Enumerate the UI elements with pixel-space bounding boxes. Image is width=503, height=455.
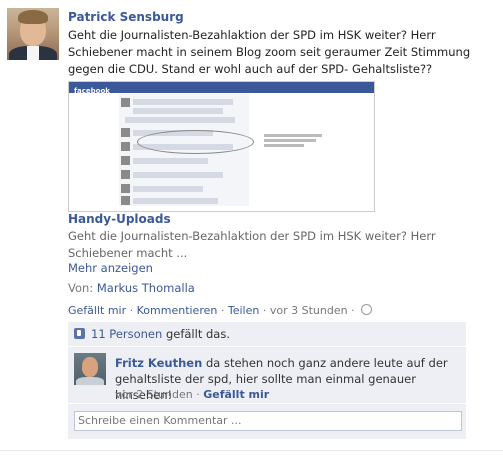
thumbnail-line (133, 186, 203, 192)
avatar-hair (18, 10, 48, 24)
separator: · (220, 304, 225, 317)
thumbnail-pic (121, 142, 130, 151)
post-author-name[interactable]: Patrick Sensburg (68, 10, 184, 24)
post-text: Geht die Journalisten-Bezahlaktion der S… (68, 28, 471, 76)
likes-suffix: gefällt das. (165, 327, 230, 341)
comment-item: Fritz Keuthen da stehen noch ganz andere… (68, 347, 466, 402)
share-link[interactable]: Teilen (228, 304, 259, 317)
likes-summary: 11 Personen gefällt das. (68, 322, 466, 347)
avatar-shirt (76, 377, 104, 385)
commenter-name-link[interactable]: Fritz Keuthen (115, 356, 202, 370)
avatar-face (82, 357, 98, 377)
separator: · (262, 304, 267, 317)
likers-link[interactable]: 11 Personen (91, 327, 162, 341)
thumbnail-side-note (264, 134, 324, 154)
thumbnail-line (133, 198, 218, 204)
thumbnail-line (133, 99, 233, 105)
feedback-box: 11 Personen gefällt das. Fritz Keuthen d… (68, 322, 466, 439)
comment-link[interactable]: Kommentieren (137, 304, 218, 317)
from-label: Von: (68, 281, 94, 295)
separator: · (129, 304, 134, 317)
from-line: Von: Markus Thomalla (68, 281, 195, 295)
comment-composer: Schreibe einen Kommentar ... (68, 403, 466, 440)
thumbnail-line (125, 117, 235, 123)
separator: · (196, 388, 200, 401)
thumbnail-facebook-bar: facebook (69, 82, 374, 95)
thumbs-up-icon (74, 328, 85, 339)
album-description: Geht die Journalisten-Bezahlaktion der S… (68, 229, 436, 260)
thumbnail-pic (121, 156, 130, 165)
like-link[interactable]: Gefällt mir (68, 304, 126, 317)
thumbnail-pic (121, 128, 130, 137)
thumbnail-brand: facebook (74, 87, 110, 95)
album-title-link[interactable]: Handy-Uploads (68, 212, 171, 226)
thumbnail-highlight-ellipse (137, 130, 254, 154)
comment-meta: vor 2 Stunden · Gefällt mir (115, 388, 269, 401)
thumbnail-pic (121, 184, 130, 193)
globe-icon[interactable] (361, 304, 373, 315)
divider (0, 450, 503, 451)
comment-input[interactable]: Schreibe einen Kommentar ... (74, 411, 462, 431)
from-name-link[interactable]: Markus Thomalla (97, 281, 195, 295)
author-avatar[interactable] (7, 8, 59, 60)
thumbnail-line (133, 108, 223, 114)
separator: · (351, 304, 355, 317)
avatar-collar (27, 46, 39, 60)
comment-timestamp[interactable]: vor 2 Stunden (115, 388, 193, 401)
post-actions: Gefällt mir · Kommentieren · Teilen · vo… (68, 304, 373, 317)
photo-thumbnail[interactable]: facebook (68, 81, 375, 212)
thumbnail-line (133, 172, 223, 178)
thumbnail-line (133, 158, 208, 164)
thumbnail-pic (121, 170, 130, 179)
commenter-avatar[interactable] (74, 353, 106, 385)
post-timestamp[interactable]: vor 3 Stunden (270, 304, 348, 317)
thumbnail-pic (121, 98, 130, 107)
show-more-link[interactable]: Mehr anzeigen (68, 261, 153, 275)
thumbnail-pic (121, 196, 130, 205)
comment-like-link[interactable]: Gefällt mir (203, 388, 269, 401)
